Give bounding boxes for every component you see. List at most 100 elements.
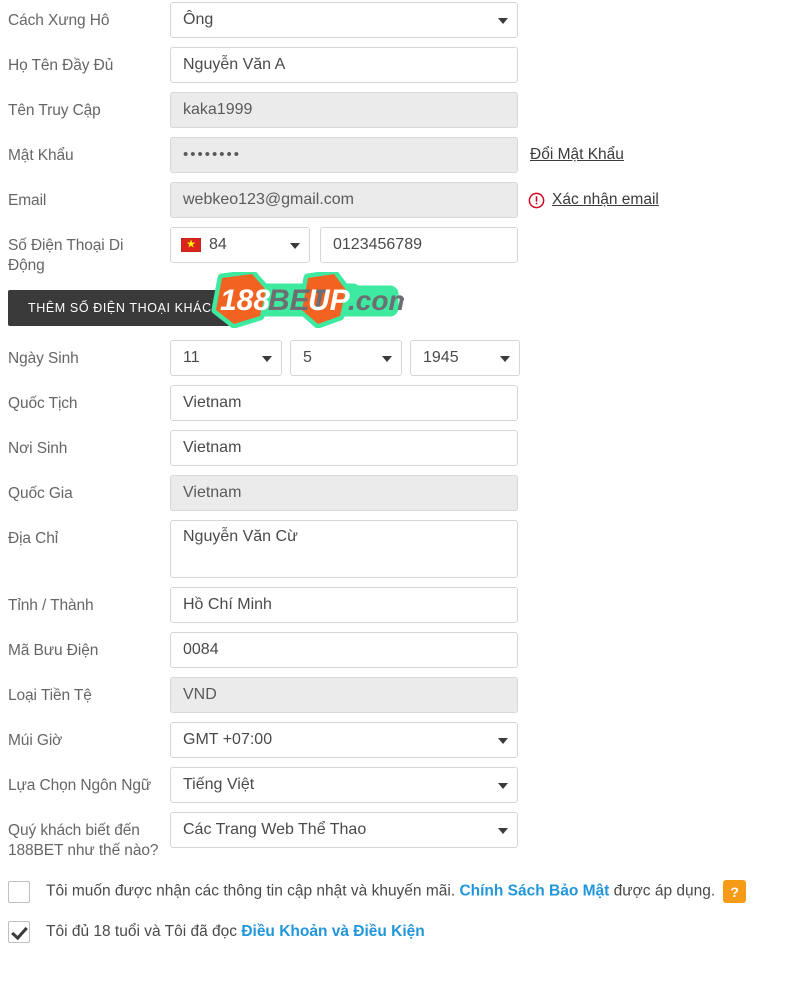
- label-date-of-birth: Ngày Sinh: [8, 350, 79, 367]
- dob-year-value: 1945: [423, 349, 459, 366]
- terms-checkbox[interactable]: [8, 921, 30, 943]
- chevron-down-icon: [382, 356, 392, 362]
- province-city-input[interactable]: Hồ Chí Minh: [170, 587, 518, 623]
- control-currency: VND: [170, 677, 800, 713]
- agreement-row-promo: Tôi muốn được nhận các thông tin cập nhậ…: [8, 871, 800, 912]
- language-value: Tiếng Việt: [183, 776, 255, 793]
- form-row-currency: Loại Tiền Tệ VND: [0, 677, 800, 713]
- label-username: Tên Truy Cập: [8, 102, 101, 119]
- form-row-postal-code: Mã Bưu Điện 0084: [0, 632, 800, 668]
- help-badge[interactable]: ?: [723, 880, 747, 903]
- agreement-row-terms: Tôi đủ 18 tuổi và Tôi đã đọc Điều Khoản …: [8, 912, 800, 952]
- phone-number-input[interactable]: 0123456789: [320, 227, 518, 263]
- dob-day-select[interactable]: 11: [170, 340, 282, 376]
- label-mobile-phone: Số Điện Thoại Di Động: [8, 237, 124, 274]
- verify-email-link[interactable]: Xác nhận email: [552, 191, 659, 209]
- form-row-address: Địa Chỉ Nguyễn Văn Cừ: [0, 520, 800, 578]
- form-row-username: Tên Truy Cập kaka1999: [0, 92, 800, 128]
- control-country: Vietnam: [170, 475, 800, 511]
- chevron-down-icon: [290, 243, 300, 249]
- form-row-add-phone: THÊM SỐ ĐIỆN THOẠI KHÁC: [0, 290, 800, 326]
- form-row-language: Lựa Chọn Ngôn Ngữ Tiếng Việt: [0, 767, 800, 803]
- label-fullname: Họ Tên Đầy Đủ: [8, 57, 114, 74]
- language-select[interactable]: Tiếng Việt: [170, 767, 518, 803]
- form-row-nationality: Quốc Tịch Vietnam: [0, 385, 800, 421]
- email-input: webkeo123@gmail.com: [170, 182, 518, 218]
- chevron-down-icon: [498, 738, 508, 744]
- dob-month-value: 5: [303, 349, 312, 366]
- profile-form: Cách Xưng Hô Ông Họ Tên Đầy Đủ Nguyễn Vă…: [0, 2, 800, 861]
- username-input: kaka1999: [170, 92, 518, 128]
- country-code-select[interactable]: ★ 84: [170, 227, 310, 263]
- chevron-down-icon: [498, 783, 508, 789]
- control-mobile-phone: ★ 84 0123456789: [170, 227, 800, 263]
- dob-year-select[interactable]: 1945: [410, 340, 520, 376]
- postal-code-input[interactable]: 0084: [170, 632, 518, 668]
- label-timezone: Múi Giờ: [8, 732, 63, 749]
- nationality-input[interactable]: Vietnam: [170, 385, 518, 421]
- phone-group: ★ 84 0123456789: [170, 227, 800, 263]
- fullname-input[interactable]: Nguyễn Văn A: [170, 47, 518, 83]
- dob-day-value: 11: [183, 349, 200, 366]
- label-postal-code: Mã Bưu Điện: [8, 642, 99, 659]
- terms-text-before: Tôi đủ 18 tuổi và Tôi đã đọc: [46, 923, 242, 940]
- place-of-birth-input[interactable]: Vietnam: [170, 430, 518, 466]
- currency-input: VND: [170, 677, 518, 713]
- account-profile-page: Cách Xưng Hô Ông Họ Tên Đầy Đủ Nguyễn Vă…: [0, 0, 800, 992]
- dob-month-select[interactable]: 5: [290, 340, 402, 376]
- label-currency: Loại Tiền Tệ: [8, 687, 92, 704]
- form-row-referral-source: Quý khách biết đến 188BET như thế nào? C…: [0, 812, 800, 861]
- vietnam-flag-icon: ★: [181, 238, 201, 252]
- form-row-place-of-birth: Nơi Sinh Vietnam: [0, 430, 800, 466]
- promo-text: Tôi muốn được nhận các thông tin cập nhậ…: [46, 880, 747, 903]
- address-textarea[interactable]: Nguyễn Văn Cừ: [170, 520, 518, 578]
- control-timezone: GMT +07:00: [170, 722, 800, 758]
- control-nationality: Vietnam: [170, 385, 800, 421]
- label-address: Địa Chỉ: [8, 530, 59, 547]
- country-code-value: 84: [209, 236, 227, 253]
- form-row-fullname: Họ Tên Đầy Đủ Nguyễn Văn A: [0, 47, 800, 83]
- promo-checkbox[interactable]: [8, 880, 30, 903]
- password-input: ••••••••: [170, 137, 518, 173]
- terms-text: Tôi đủ 18 tuổi và Tôi đã đọc Điều Khoản …: [46, 922, 425, 942]
- salutation-select[interactable]: Ông: [170, 2, 518, 38]
- timezone-value: GMT +07:00: [183, 731, 273, 748]
- agreements-section: Tôi muốn được nhận các thông tin cập nhậ…: [0, 871, 800, 952]
- control-salutation: Ông: [170, 2, 800, 38]
- promo-text-before: Tôi muốn được nhận các thông tin cập nhậ…: [46, 882, 460, 900]
- form-row-province-city: Tỉnh / Thành Hồ Chí Minh: [0, 587, 800, 623]
- referral-source-value: Các Trang Web Thể Thao: [183, 821, 367, 838]
- label-province-city: Tỉnh / Thành: [8, 597, 94, 614]
- control-language: Tiếng Việt: [170, 767, 800, 803]
- chevron-down-icon: [262, 356, 272, 362]
- privacy-policy-link[interactable]: Chính Sách Bảo Mật: [459, 883, 609, 900]
- chevron-down-icon: [500, 356, 510, 362]
- control-password: •••••••• Đổi Mật Khẩu: [170, 137, 800, 173]
- form-row-email: Email webkeo123@gmail.com Xác nhận email: [0, 182, 800, 218]
- control-postal-code: 0084: [170, 632, 800, 668]
- control-email: webkeo123@gmail.com Xác nhận email: [170, 182, 800, 218]
- form-row-salutation: Cách Xưng Hô Ông: [0, 2, 800, 38]
- dob-group: 11 5 1945: [170, 340, 800, 376]
- change-password-link[interactable]: Đổi Mật Khẩu: [530, 146, 624, 164]
- form-row-mobile-phone: Số Điện Thoại Di Động ★ 84 0123456789: [0, 227, 800, 276]
- control-referral-source: Các Trang Web Thể Thao: [170, 812, 800, 848]
- control-place-of-birth: Vietnam: [170, 430, 800, 466]
- control-date-of-birth: 11 5 1945: [170, 340, 800, 376]
- add-other-phone-button[interactable]: THÊM SỐ ĐIỆN THOẠI KHÁC: [8, 290, 230, 326]
- referral-source-select[interactable]: Các Trang Web Thể Thao: [170, 812, 518, 848]
- label-language: Lựa Chọn Ngôn Ngữ: [8, 777, 152, 794]
- label-nationality: Quốc Tịch: [8, 395, 78, 412]
- promo-text-after: được áp dụng.: [609, 882, 716, 900]
- control-fullname: Nguyễn Văn A: [170, 47, 800, 83]
- warning-circle-icon: [528, 192, 545, 209]
- label-country: Quốc Gia: [8, 485, 73, 502]
- terms-and-conditions-link[interactable]: Điều Khoản và Điều Kiện: [241, 923, 424, 940]
- label-place-of-birth: Nơi Sinh: [8, 440, 68, 457]
- label-salutation: Cách Xưng Hô: [8, 12, 110, 29]
- form-row-timezone: Múi Giờ GMT +07:00: [0, 722, 800, 758]
- salutation-value: Ông: [183, 11, 214, 28]
- form-row-country: Quốc Gia Vietnam: [0, 475, 800, 511]
- timezone-select[interactable]: GMT +07:00: [170, 722, 518, 758]
- chevron-down-icon: [498, 18, 508, 24]
